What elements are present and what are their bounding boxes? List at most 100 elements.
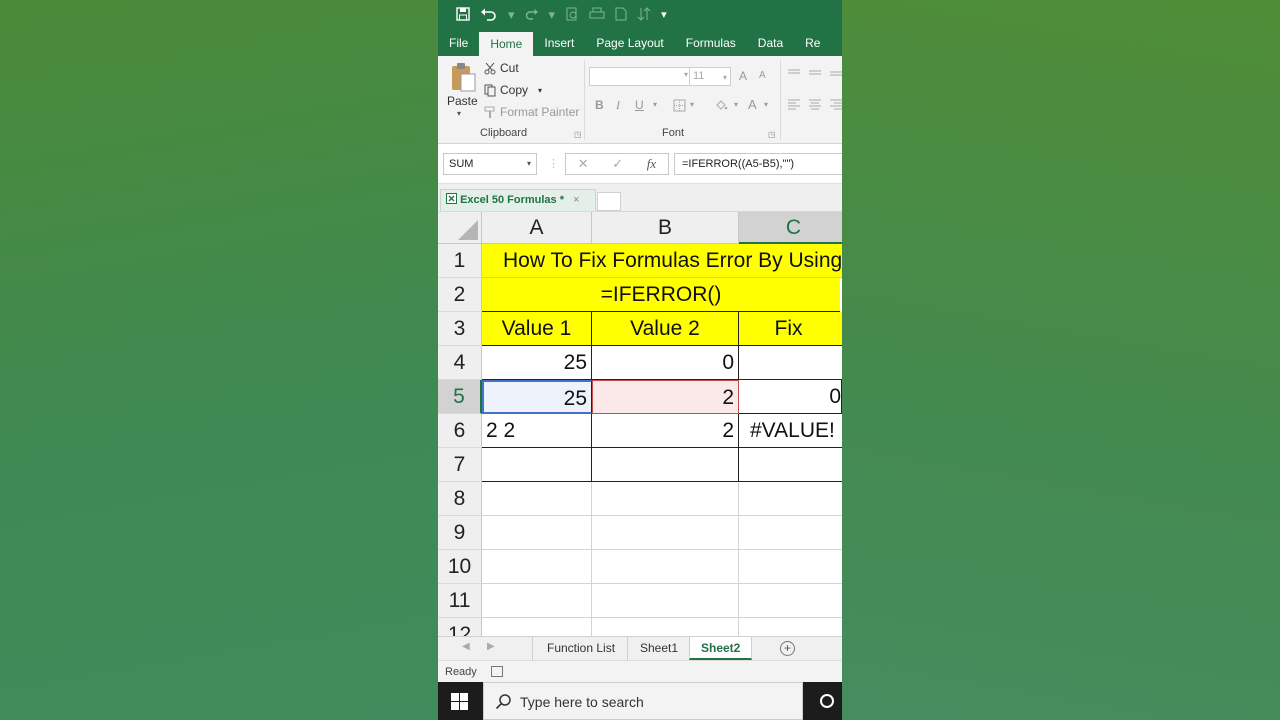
insert-function-icon[interactable]: fx <box>647 156 656 172</box>
name-box[interactable]: SUM ▾ <box>443 153 537 175</box>
cell-c5[interactable]: 0 <box>739 380 842 414</box>
cell-c6[interactable]: #VALUE! <box>739 414 842 448</box>
row-header-3[interactable]: 3 <box>438 312 482 346</box>
title-cell-row-1[interactable]: How To Fix Formulas Error By Using <box>482 244 842 278</box>
undo-icon[interactable] <box>480 7 498 23</box>
cell-a9[interactable] <box>482 516 592 550</box>
tab-insert[interactable]: Insert <box>533 30 585 56</box>
undo-dropdown-icon[interactable]: ▾ <box>508 7 515 23</box>
tab-page-layout[interactable]: Page Layout <box>585 30 674 56</box>
enter-entry-icon[interactable]: ✓ <box>612 156 623 172</box>
horizontal-align-icons[interactable] <box>786 98 842 110</box>
row-header-6[interactable]: 6 <box>438 414 482 448</box>
cell-c4[interactable] <box>739 346 842 380</box>
copy-dropdown-icon[interactable]: ▾ <box>538 86 542 95</box>
workbook-close-icon[interactable]: × <box>573 194 579 206</box>
add-sheet-icon[interactable]: + <box>780 641 795 656</box>
italic-button[interactable]: I <box>616 98 620 113</box>
tab-data[interactable]: Data <box>747 30 794 56</box>
sheet-tab-sheet1[interactable]: Sheet1 <box>627 637 690 660</box>
title-cell-row-2[interactable]: =IFERROR() <box>482 278 840 312</box>
cell-c12[interactable] <box>739 618 842 636</box>
row-header-9[interactable]: 9 <box>438 516 482 550</box>
font-size-box[interactable]: 11 ▾ <box>689 67 731 86</box>
header-cell-a3[interactable]: Value 1 <box>482 312 592 346</box>
fill-color-dropdown-icon[interactable]: ▾ <box>734 100 738 109</box>
cortana-icon[interactable] <box>820 694 834 708</box>
paste-dropdown-icon[interactable]: ▾ <box>457 109 461 118</box>
cell-c7[interactable] <box>739 448 842 482</box>
font-dialog-launcher-icon[interactable]: ◳ <box>768 130 776 139</box>
font-name-dropdown-icon[interactable]: ▾ <box>684 70 688 79</box>
cell-b6[interactable]: 2 <box>592 414 739 448</box>
row-header-8[interactable]: 8 <box>438 482 482 516</box>
row-header-11[interactable]: 11 <box>438 584 482 618</box>
taskbar-search-box[interactable]: Type here to search <box>483 682 803 720</box>
scroll-tabs-left-icon[interactable]: ◀ <box>462 641 470 652</box>
cell-a12[interactable] <box>482 618 592 636</box>
borders-icon[interactable] <box>673 99 686 112</box>
font-name-box[interactable]: ▾ <box>589 67 692 86</box>
sheet-tab-function-list[interactable]: Function List <box>532 637 629 660</box>
cell-c11[interactable] <box>739 584 842 618</box>
tab-home[interactable]: Home <box>479 32 534 56</box>
tab-file[interactable]: File <box>438 30 479 56</box>
cell-b11[interactable] <box>592 584 739 618</box>
shrink-font-icon[interactable]: A <box>759 70 766 81</box>
cell-a4[interactable]: 25 <box>482 346 592 380</box>
clipboard-dialog-launcher-icon[interactable]: ◳ <box>574 130 582 139</box>
font-color-dropdown-icon[interactable]: ▾ <box>764 100 768 109</box>
sheet-tab-sheet2[interactable]: Sheet2 <box>689 637 753 660</box>
paste-button[interactable]: Paste <box>447 94 478 108</box>
header-cell-c3[interactable]: Fix <box>739 312 842 346</box>
save-icon[interactable] <box>456 7 470 23</box>
column-header-a[interactable]: A <box>482 212 592 244</box>
format-painter-button[interactable]: Format Painter <box>484 105 579 119</box>
header-cell-b3[interactable]: Value 2 <box>592 312 739 346</box>
row-header-1[interactable]: 1 <box>438 244 482 278</box>
column-header-c[interactable]: C <box>739 212 842 244</box>
borders-dropdown-icon[interactable]: ▾ <box>690 100 694 109</box>
column-header-b[interactable]: B <box>592 212 739 244</box>
underline-button[interactable]: U <box>635 98 644 112</box>
cell-c8[interactable] <box>739 482 842 516</box>
cell-a5[interactable]: 25 <box>482 380 592 414</box>
cell-b8[interactable] <box>592 482 739 516</box>
grow-font-icon[interactable]: A <box>739 69 747 83</box>
workbook-tab[interactable]: Excel 50 Formulas * × <box>440 189 596 211</box>
tab-review[interactable]: Re <box>794 30 820 56</box>
row-header-4[interactable]: 4 <box>438 346 482 380</box>
name-box-dropdown-icon[interactable]: ▾ <box>527 154 531 174</box>
windows-start-icon[interactable] <box>451 693 468 710</box>
font-color-icon[interactable]: A <box>748 97 757 112</box>
spreadsheet-grid[interactable]: A B C 1 2 3 4 5 6 7 8 9 10 11 12 How To … <box>438 212 842 636</box>
cell-a6[interactable]: 2 2 <box>482 414 592 448</box>
cut-button[interactable]: Cut <box>484 61 519 75</box>
underline-dropdown-icon[interactable]: ▾ <box>653 100 657 109</box>
cell-a7[interactable] <box>482 448 592 482</box>
paste-icon[interactable] <box>450 62 476 92</box>
tab-formulas[interactable]: Formulas <box>675 30 747 56</box>
formula-input[interactable]: =IFERROR((A5-B5),"") <box>674 153 842 175</box>
row-header-2[interactable]: 2 <box>438 278 482 312</box>
scroll-tabs-right-icon[interactable]: ▶ <box>487 641 495 652</box>
cell-b10[interactable] <box>592 550 739 584</box>
cancel-entry-icon[interactable]: ✕ <box>578 156 589 172</box>
customize-qat-icon[interactable]: ▾ <box>661 9 667 21</box>
cell-a11[interactable] <box>482 584 592 618</box>
cell-b4[interactable]: 0 <box>592 346 739 380</box>
cell-b7[interactable] <box>592 448 739 482</box>
row-header-5[interactable]: 5 <box>438 380 482 414</box>
macro-record-icon[interactable] <box>491 666 503 677</box>
cell-b12[interactable] <box>592 618 739 636</box>
new-workbook-tab[interactable] <box>597 192 621 211</box>
cell-c9[interactable] <box>739 516 842 550</box>
cell-b9[interactable] <box>592 516 739 550</box>
cell-c10[interactable] <box>739 550 842 584</box>
select-all-corner[interactable] <box>438 212 482 244</box>
copy-button[interactable]: Copy ▾ <box>484 83 542 97</box>
cell-a8[interactable] <box>482 482 592 516</box>
fill-color-icon[interactable] <box>714 98 728 112</box>
row-header-12[interactable]: 12 <box>438 618 482 636</box>
vertical-align-icons[interactable] <box>786 68 842 78</box>
